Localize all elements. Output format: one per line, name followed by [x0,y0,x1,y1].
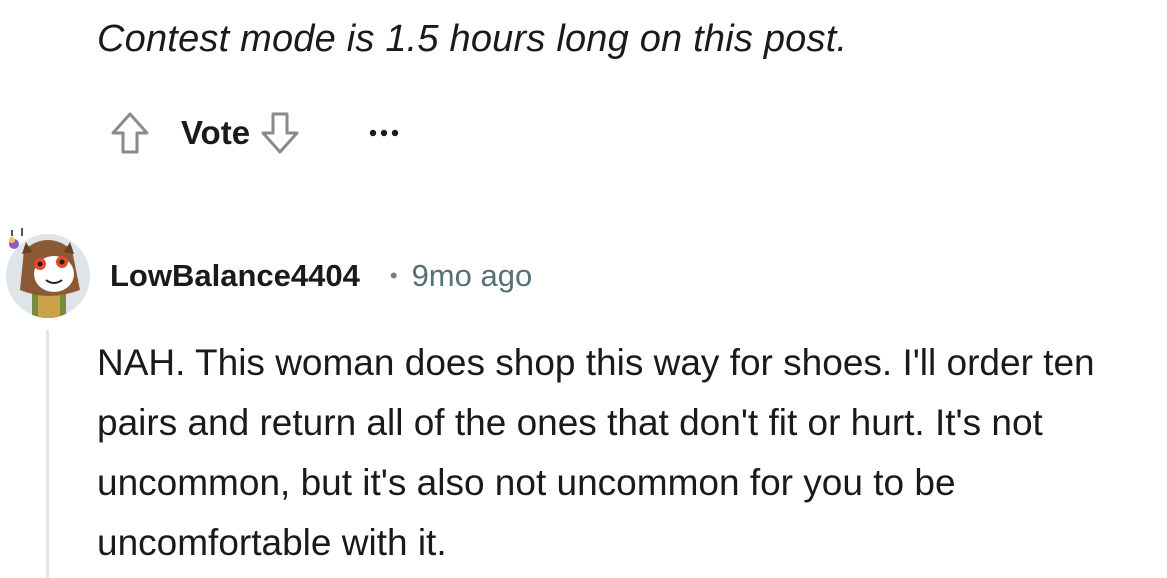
comment-header: LowBalance4404 • 9mo ago [110,255,532,297]
more-options-button[interactable] [364,108,404,158]
comment-timestamp: 9mo ago [411,258,533,293]
comment-thread-line[interactable] [46,330,49,578]
comment-body: NAH. This woman does shop this way for s… [97,342,1095,563]
vote-count-label: Vote [181,114,251,151]
owl-avatar-icon [6,228,90,318]
meta-separator: • [389,263,398,288]
arrow-down-outline-icon [261,112,299,154]
ellipsis-icon [369,129,399,137]
contest-mode-notice: Contest mode is 1.5 hours long on this p… [97,18,848,60]
comment-username[interactable]: LowBalance4404 [110,258,360,294]
upvote-button[interactable] [108,108,152,158]
vote-bar: Vote [108,108,404,158]
user-avatar[interactable] [2,228,94,320]
arrow-up-outline-icon [111,112,149,154]
downvote-button[interactable] [258,108,302,158]
